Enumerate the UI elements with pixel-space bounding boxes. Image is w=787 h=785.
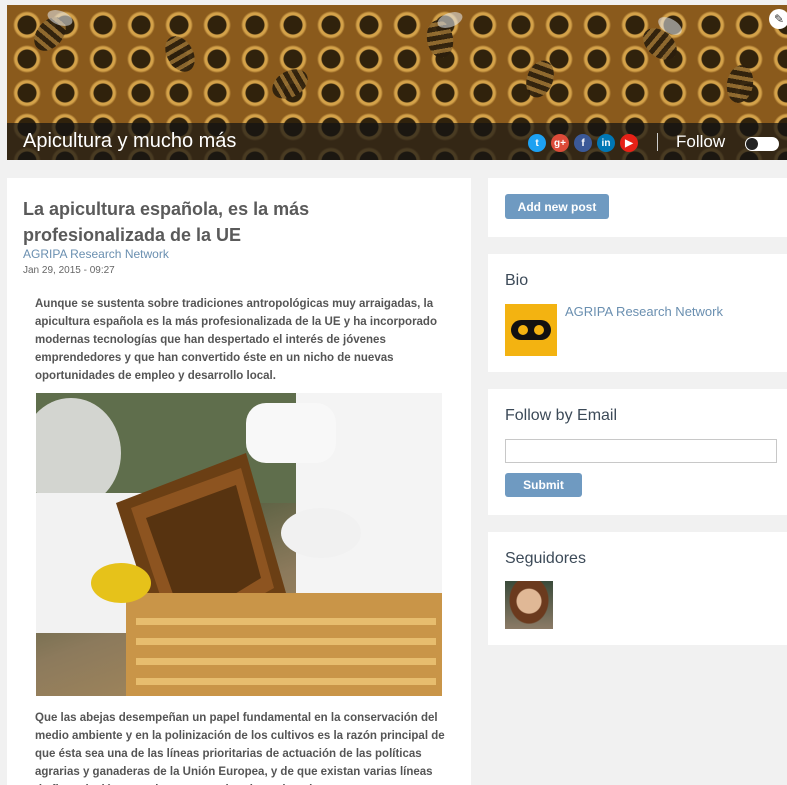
twitter-icon[interactable]: t [528,134,546,152]
agripa-logo-icon [511,320,551,340]
youtube-icon[interactable]: ▶ [620,134,638,152]
add-new-post-button[interactable]: Add new post [505,194,609,219]
follower-avatar[interactable] [505,581,553,629]
toggle-knob [746,138,758,150]
post-date: Jan 29, 2015 - 09:27 [23,265,115,276]
google-plus-icon[interactable]: g+ [551,134,569,152]
post-image-beekeeping [36,393,442,696]
post-title[interactable]: La apicultura española, es la más profes… [23,196,443,248]
follow-label: Follow [676,132,726,151]
post-lead-paragraph: Aunque se sustenta sobre tradiciones ant… [35,298,437,382]
bio-widget: Bio AGRIPA Research Network [488,254,787,372]
bio-title: Bio [505,272,529,289]
beekeeper-illustration [36,393,442,696]
linkedin-icon[interactable]: in [597,134,615,152]
divider [657,133,658,151]
bee-graphic [723,63,757,105]
bee-graphic [521,56,559,102]
post-card: La apicultura española, es la más profes… [7,178,471,785]
followers-widget: Seguidores [488,532,787,645]
add-post-widget: Add new post [488,178,787,237]
bio-avatar[interactable] [505,304,557,356]
email-input[interactable] [505,439,777,463]
header-banner: ✎ Apicultura y mucho más t g+ f in ▶ Fol… [7,5,787,160]
follow-toggle[interactable] [745,137,779,151]
facebook-icon[interactable]: f [574,134,592,152]
bee-graphic [159,31,201,77]
social-links: t g+ f in ▶ [528,134,638,152]
follow-email-title: Follow by Email [505,407,618,424]
edit-pencil-icon[interactable]: ✎ [769,9,787,29]
post-body-paragraph: Que las abejas desempeñan un papel funda… [35,712,445,785]
submit-button[interactable]: Submit [505,473,582,497]
header-bar: Apicultura y mucho más t g+ f in ▶ Follo… [7,123,787,160]
post-author-link[interactable]: AGRIPA Research Network [23,247,169,261]
bee-graphic [267,63,313,105]
follow-email-widget: Follow by Email Submit [488,389,787,515]
blog-title[interactable]: Apicultura y mucho más [23,130,236,153]
bio-name-link[interactable]: AGRIPA Research Network [565,304,723,319]
followers-title: Seguidores [505,550,586,567]
